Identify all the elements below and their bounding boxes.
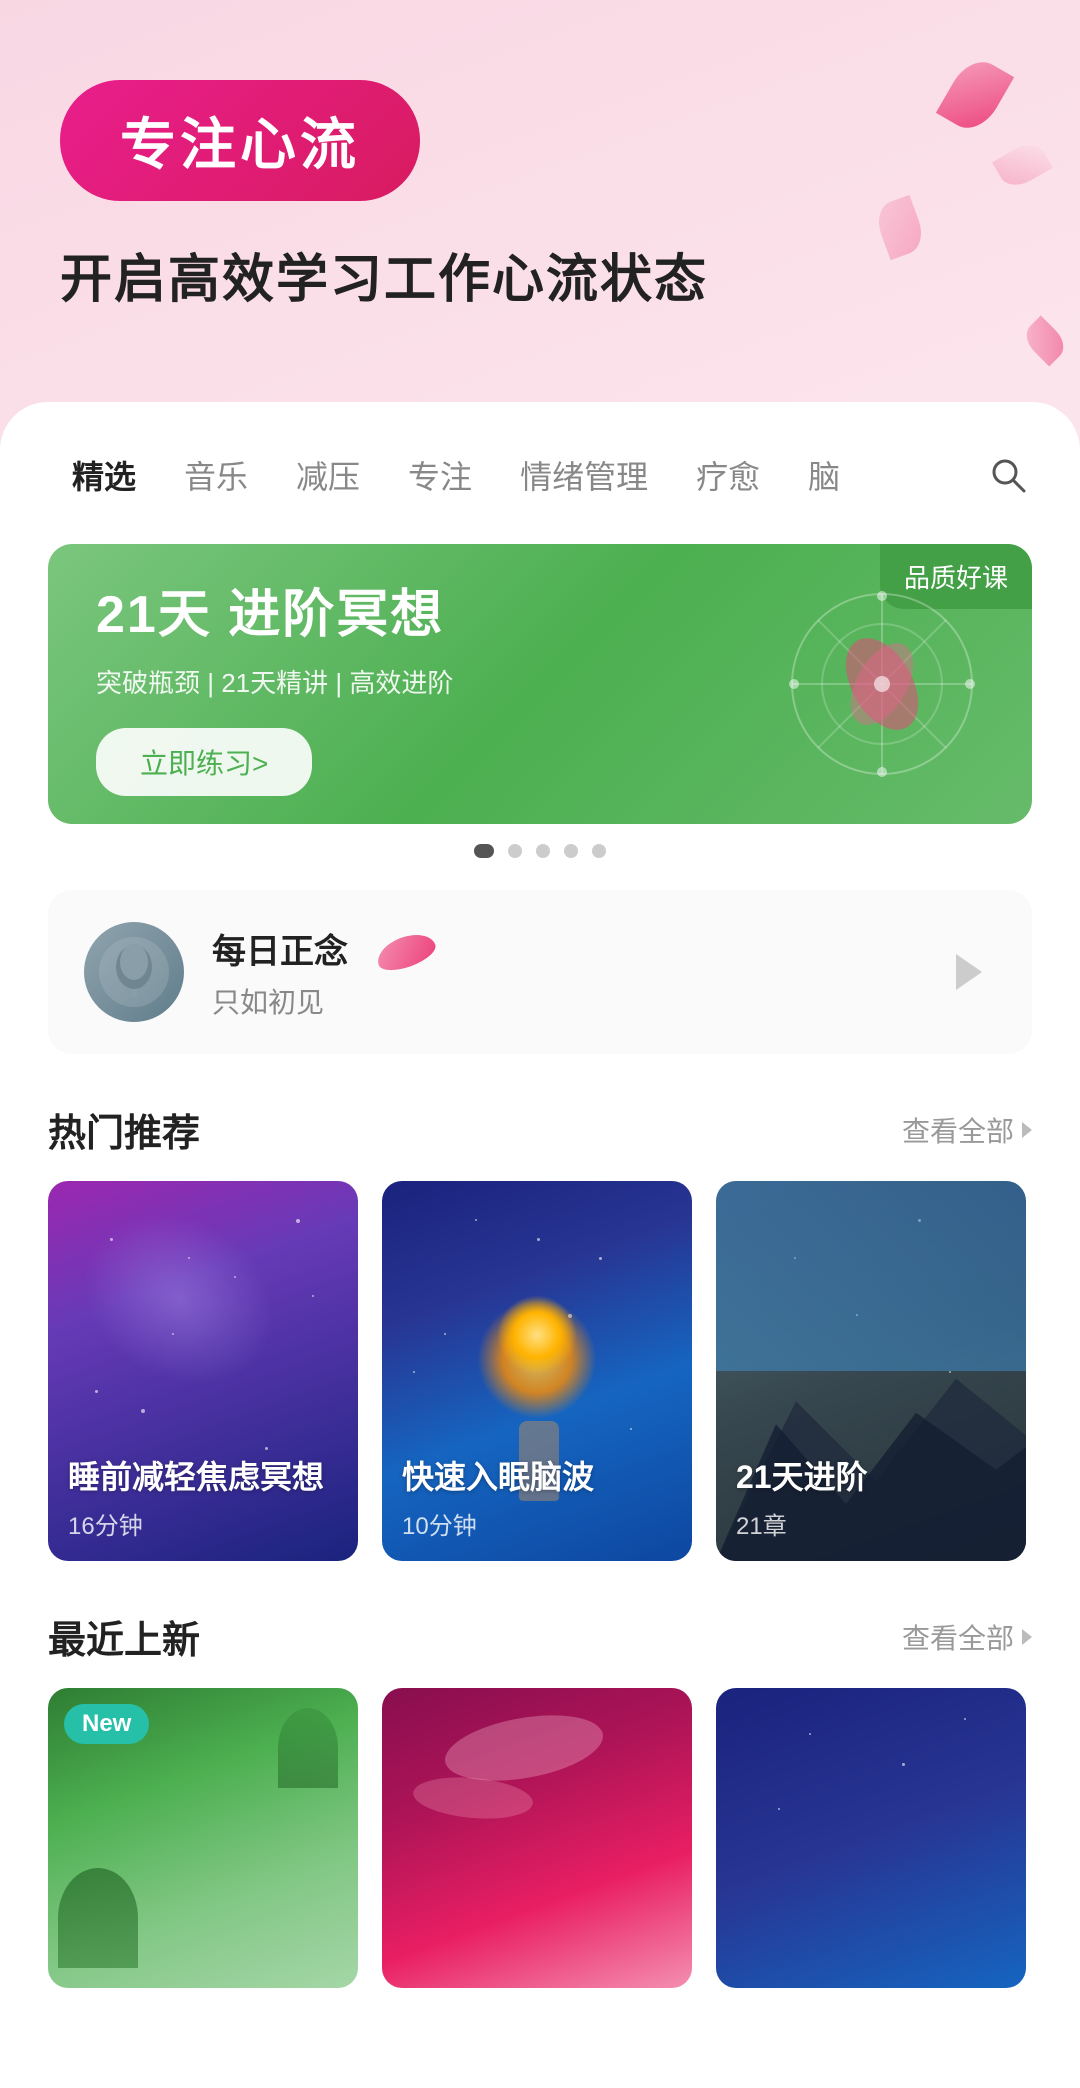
card-text-1: 睡前减轻焦虑冥想 16分钟 xyxy=(68,1452,324,1541)
banner-practice-button[interactable]: 立即练习> xyxy=(96,728,312,796)
search-button[interactable] xyxy=(984,451,1032,499)
banner-carousel: 品质好课 21天 进阶冥想 突破瓶颈 | 21天精讲 | 高效进阶 立即练习> xyxy=(0,508,1080,858)
new-badge: New xyxy=(64,1704,149,1744)
hot-card-2[interactable]: 快速入眠脑波 10分钟 xyxy=(382,1181,692,1561)
new-card-image-3 xyxy=(716,1688,1026,1988)
hot-section-header: 热门推荐 查看全部 xyxy=(0,1054,1080,1181)
tab-featured[interactable]: 精选 xyxy=(48,442,160,508)
banner-decoration xyxy=(772,574,992,794)
new-card-image-2 xyxy=(382,1688,692,1988)
tab-navigation: 精选 音乐 减压 专注 情绪管理 疗愈 脑 xyxy=(0,402,1080,508)
hot-card-1[interactable]: 睡前减轻焦虑冥想 16分钟 xyxy=(48,1181,358,1561)
new-section-header: 最近上新 查看全部 xyxy=(0,1561,1080,1688)
banner-dots xyxy=(48,844,1032,858)
main-content-card: 精选 音乐 减压 专注 情绪管理 疗愈 脑 品质好课 21天 进阶冥想 突破瓶颈… xyxy=(0,402,1080,2088)
new-section-more[interactable]: 查看全部 xyxy=(902,1617,1032,1657)
tab-music[interactable]: 音乐 xyxy=(160,442,272,508)
card-meta-3: 21章 xyxy=(736,1506,868,1541)
hero-subtitle: 开启高效学习工作心流状态 xyxy=(60,237,1020,312)
banner-desc: 突破瓶颈 | 21天精讲 | 高效进阶 xyxy=(96,663,453,700)
tab-brain[interactable]: 脑 xyxy=(784,442,864,508)
card-image-2: 快速入眠脑波 10分钟 xyxy=(382,1181,692,1561)
dot-4[interactable] xyxy=(564,844,578,858)
hero-badge: 专注心流 xyxy=(60,80,420,201)
hot-card-3[interactable]: 21天进阶 21章 xyxy=(716,1181,1026,1561)
daily-subtitle: 只如初见 xyxy=(212,981,908,1021)
card-text-2: 快速入眠脑波 10分钟 xyxy=(402,1452,594,1541)
dot-1[interactable] xyxy=(474,844,494,858)
card-image-3: 21天进阶 21章 xyxy=(716,1181,1026,1561)
card-text-3: 21天进阶 21章 xyxy=(736,1452,868,1541)
tab-focus[interactable]: 专注 xyxy=(384,442,496,508)
tab-heal[interactable]: 疗愈 xyxy=(672,442,784,508)
hot-cards-scroll: 睡前减轻焦虑冥想 16分钟 xyxy=(0,1181,1080,1561)
new-card-3[interactable] xyxy=(716,1688,1026,1988)
dot-3[interactable] xyxy=(536,844,550,858)
card-name-1: 睡前减轻焦虑冥想 xyxy=(68,1452,324,1498)
hot-section-more[interactable]: 查看全部 xyxy=(902,1110,1032,1150)
card-meta-1: 16分钟 xyxy=(68,1506,324,1541)
chevron-right-icon xyxy=(1022,1122,1032,1138)
play-button[interactable] xyxy=(936,942,996,1002)
card-image-1: 睡前减轻焦虑冥想 16分钟 xyxy=(48,1181,358,1561)
tab-emotion[interactable]: 情绪管理 xyxy=(496,442,672,508)
banner-card[interactable]: 品质好课 21天 进阶冥想 突破瓶颈 | 21天精讲 | 高效进阶 立即练习> xyxy=(48,544,1032,824)
new-card-2[interactable] xyxy=(382,1688,692,1988)
daily-title: 每日正念 xyxy=(212,924,348,973)
daily-info: 每日正念 只如初见 xyxy=(212,924,908,1021)
daily-mindfulness-card[interactable]: 每日正念 只如初见 xyxy=(48,890,1032,1054)
hero-section: 专注心流 开启高效学习工作心流状态 xyxy=(0,0,1080,372)
tab-destress[interactable]: 减压 xyxy=(272,442,384,508)
new-cards-scroll: New xyxy=(0,1688,1080,1988)
play-icon xyxy=(956,954,982,990)
banner-title: 21天 进阶冥想 xyxy=(96,572,453,647)
daily-avatar xyxy=(84,922,184,1022)
new-more-text: 查看全部 xyxy=(902,1617,1014,1657)
new-section-title: 最近上新 xyxy=(48,1609,200,1664)
daily-petal-decoration xyxy=(373,928,440,977)
hot-section-title: 热门推荐 xyxy=(48,1102,200,1157)
card-name-2: 快速入眠脑波 xyxy=(402,1452,594,1498)
card-name-3: 21天进阶 xyxy=(736,1452,868,1498)
new-card-1[interactable]: New xyxy=(48,1688,358,1988)
card-meta-2: 10分钟 xyxy=(402,1506,594,1541)
chevron-right-icon-2 xyxy=(1022,1629,1032,1645)
banner-content: 21天 进阶冥想 突破瓶颈 | 21天精讲 | 高效进阶 立即练习> xyxy=(48,544,501,824)
dot-5[interactable] xyxy=(592,844,606,858)
dot-2[interactable] xyxy=(508,844,522,858)
hot-more-text: 查看全部 xyxy=(902,1110,1014,1150)
